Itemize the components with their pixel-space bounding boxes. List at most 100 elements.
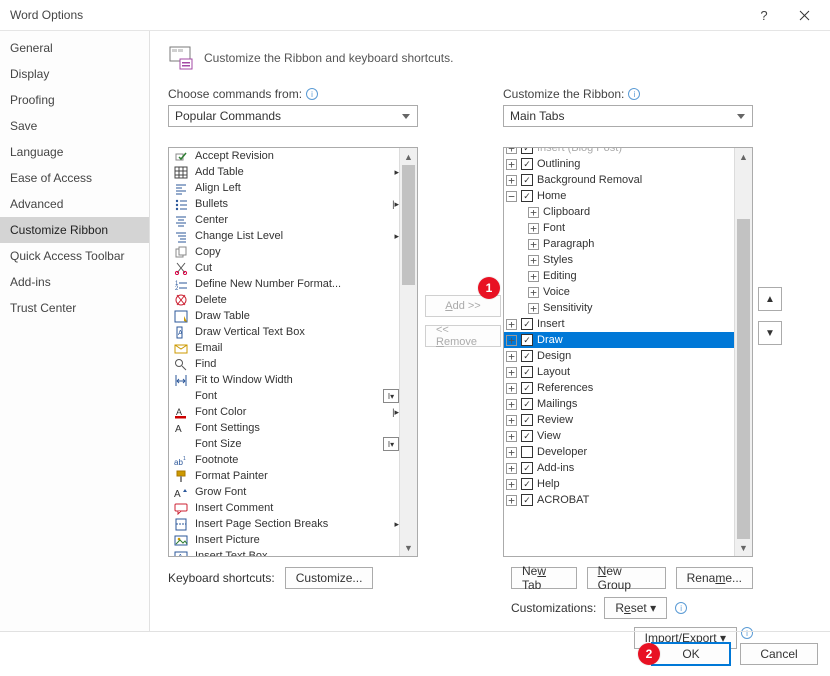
- tree-item[interactable]: +Developer: [504, 444, 735, 460]
- tree-checkbox[interactable]: [521, 462, 533, 474]
- new-group-button[interactable]: New Group: [587, 567, 666, 589]
- expand-icon[interactable]: +: [528, 271, 539, 282]
- scrollbar[interactable]: ▲ ▼: [399, 148, 417, 556]
- cancel-button[interactable]: Cancel: [740, 643, 818, 665]
- tree-checkbox[interactable]: [521, 398, 533, 410]
- tree-item[interactable]: +Outlining: [504, 156, 735, 172]
- tree-item[interactable]: +Review: [504, 412, 735, 428]
- command-item[interactable]: Email: [169, 340, 417, 356]
- command-item[interactable]: Bullets|▸: [169, 196, 417, 212]
- choose-commands-dropdown[interactable]: Popular Commands: [168, 105, 418, 127]
- expand-icon[interactable]: +: [506, 367, 517, 378]
- nav-item-language[interactable]: Language: [0, 139, 149, 165]
- command-item[interactable]: Draw Table: [169, 308, 417, 324]
- remove-button[interactable]: << Remove: [425, 325, 501, 347]
- move-down-button[interactable]: ▼: [758, 321, 782, 345]
- command-item[interactable]: Insert Page Section Breaks▸: [169, 516, 417, 532]
- reset-button[interactable]: Reset ▾: [604, 597, 667, 619]
- command-item[interactable]: FontI▾: [169, 388, 417, 404]
- tree-item[interactable]: +Background Removal: [504, 172, 735, 188]
- expand-icon[interactable]: +: [528, 239, 539, 250]
- command-item[interactable]: Insert Comment: [169, 500, 417, 516]
- tree-checkbox[interactable]: [521, 494, 533, 506]
- tree-item[interactable]: +Voice: [504, 284, 735, 300]
- info-icon[interactable]: i: [675, 602, 687, 614]
- expand-icon[interactable]: +: [506, 159, 517, 170]
- command-item[interactable]: Delete: [169, 292, 417, 308]
- info-icon[interactable]: i: [306, 88, 318, 100]
- scroll-thumb[interactable]: [737, 219, 750, 539]
- command-item[interactable]: Insert Picture: [169, 532, 417, 548]
- close-button[interactable]: [784, 1, 824, 29]
- tree-item[interactable]: +Layout: [504, 364, 735, 380]
- expand-icon[interactable]: +: [528, 207, 539, 218]
- expand-icon[interactable]: +: [528, 303, 539, 314]
- tree-item[interactable]: +Draw: [504, 332, 735, 348]
- help-button[interactable]: ?: [744, 1, 784, 29]
- tree-checkbox[interactable]: [521, 334, 533, 346]
- customize-keyboard-button[interactable]: Customize...: [285, 567, 374, 589]
- expand-icon[interactable]: +: [506, 175, 517, 186]
- expand-icon[interactable]: +: [506, 351, 517, 362]
- command-item[interactable]: Accept Revision: [169, 148, 417, 164]
- command-item[interactable]: Find: [169, 356, 417, 372]
- tree-item[interactable]: +Sensitivity: [504, 300, 735, 316]
- nav-item-display[interactable]: Display: [0, 61, 149, 87]
- command-item[interactable]: Change List Level▸: [169, 228, 417, 244]
- command-item[interactable]: Align Left: [169, 180, 417, 196]
- expand-icon[interactable]: +: [506, 479, 517, 490]
- tree-checkbox[interactable]: [521, 430, 533, 442]
- expand-icon[interactable]: +: [506, 447, 517, 458]
- command-item[interactable]: ab1Footnote: [169, 452, 417, 468]
- tree-checkbox[interactable]: [521, 414, 533, 426]
- tree-checkbox[interactable]: [521, 382, 533, 394]
- expand-icon[interactable]: +: [506, 319, 517, 330]
- tree-item[interactable]: +Editing: [504, 268, 735, 284]
- scroll-down-icon[interactable]: ▼: [400, 539, 417, 556]
- nav-item-quick-access-toolbar[interactable]: Quick Access Toolbar: [0, 243, 149, 269]
- tree-item[interactable]: +Paragraph: [504, 236, 735, 252]
- expand-icon[interactable]: +: [506, 431, 517, 442]
- expand-icon[interactable]: +: [528, 255, 539, 266]
- tree-checkbox[interactable]: [521, 158, 533, 170]
- command-item[interactable]: Center: [169, 212, 417, 228]
- nav-item-general[interactable]: General: [0, 35, 149, 61]
- tree-item[interactable]: +ACROBAT: [504, 492, 735, 508]
- command-item[interactable]: AInsert Text Box: [169, 548, 417, 556]
- expand-icon[interactable]: +: [506, 148, 517, 154]
- expand-icon[interactable]: +: [528, 287, 539, 298]
- collapse-icon[interactable]: −: [506, 191, 517, 202]
- nav-item-ease-of-access[interactable]: Ease of Access: [0, 165, 149, 191]
- ok-button[interactable]: OK: [652, 643, 730, 665]
- tree-checkbox[interactable]: [521, 318, 533, 330]
- tree-checkbox[interactable]: [521, 190, 533, 202]
- nav-item-customize-ribbon[interactable]: Customize Ribbon: [0, 217, 149, 243]
- command-item[interactable]: 12Define New Number Format...: [169, 276, 417, 292]
- scroll-thumb[interactable]: [402, 165, 415, 285]
- nav-item-advanced[interactable]: Advanced: [0, 191, 149, 217]
- tree-item[interactable]: +Font: [504, 220, 735, 236]
- scroll-up-icon[interactable]: ▲: [400, 148, 417, 165]
- command-item[interactable]: Copy: [169, 244, 417, 260]
- expand-icon[interactable]: +: [506, 463, 517, 474]
- nav-item-add-ins[interactable]: Add-ins: [0, 269, 149, 295]
- tree-item[interactable]: +Clipboard: [504, 204, 735, 220]
- nav-item-proofing[interactable]: Proofing: [0, 87, 149, 113]
- command-item[interactable]: ADraw Vertical Text Box: [169, 324, 417, 340]
- expand-icon[interactable]: +: [506, 383, 517, 394]
- expand-icon[interactable]: +: [506, 415, 517, 426]
- command-item[interactable]: Add Table▸: [169, 164, 417, 180]
- command-item[interactable]: Fit to Window Width: [169, 372, 417, 388]
- expand-icon[interactable]: +: [506, 399, 517, 410]
- tree-item[interactable]: +Insert (Blog Post): [504, 148, 735, 156]
- scroll-down-icon[interactable]: ▼: [735, 539, 752, 556]
- expand-icon[interactable]: +: [506, 335, 517, 346]
- move-up-button[interactable]: ▲: [758, 287, 782, 311]
- scroll-up-icon[interactable]: ▲: [735, 148, 752, 165]
- command-item[interactable]: Cut: [169, 260, 417, 276]
- tree-checkbox[interactable]: [521, 446, 533, 458]
- tree-item[interactable]: +Design: [504, 348, 735, 364]
- tree-checkbox[interactable]: [521, 148, 533, 154]
- info-icon[interactable]: i: [628, 88, 640, 100]
- tree-checkbox[interactable]: [521, 478, 533, 490]
